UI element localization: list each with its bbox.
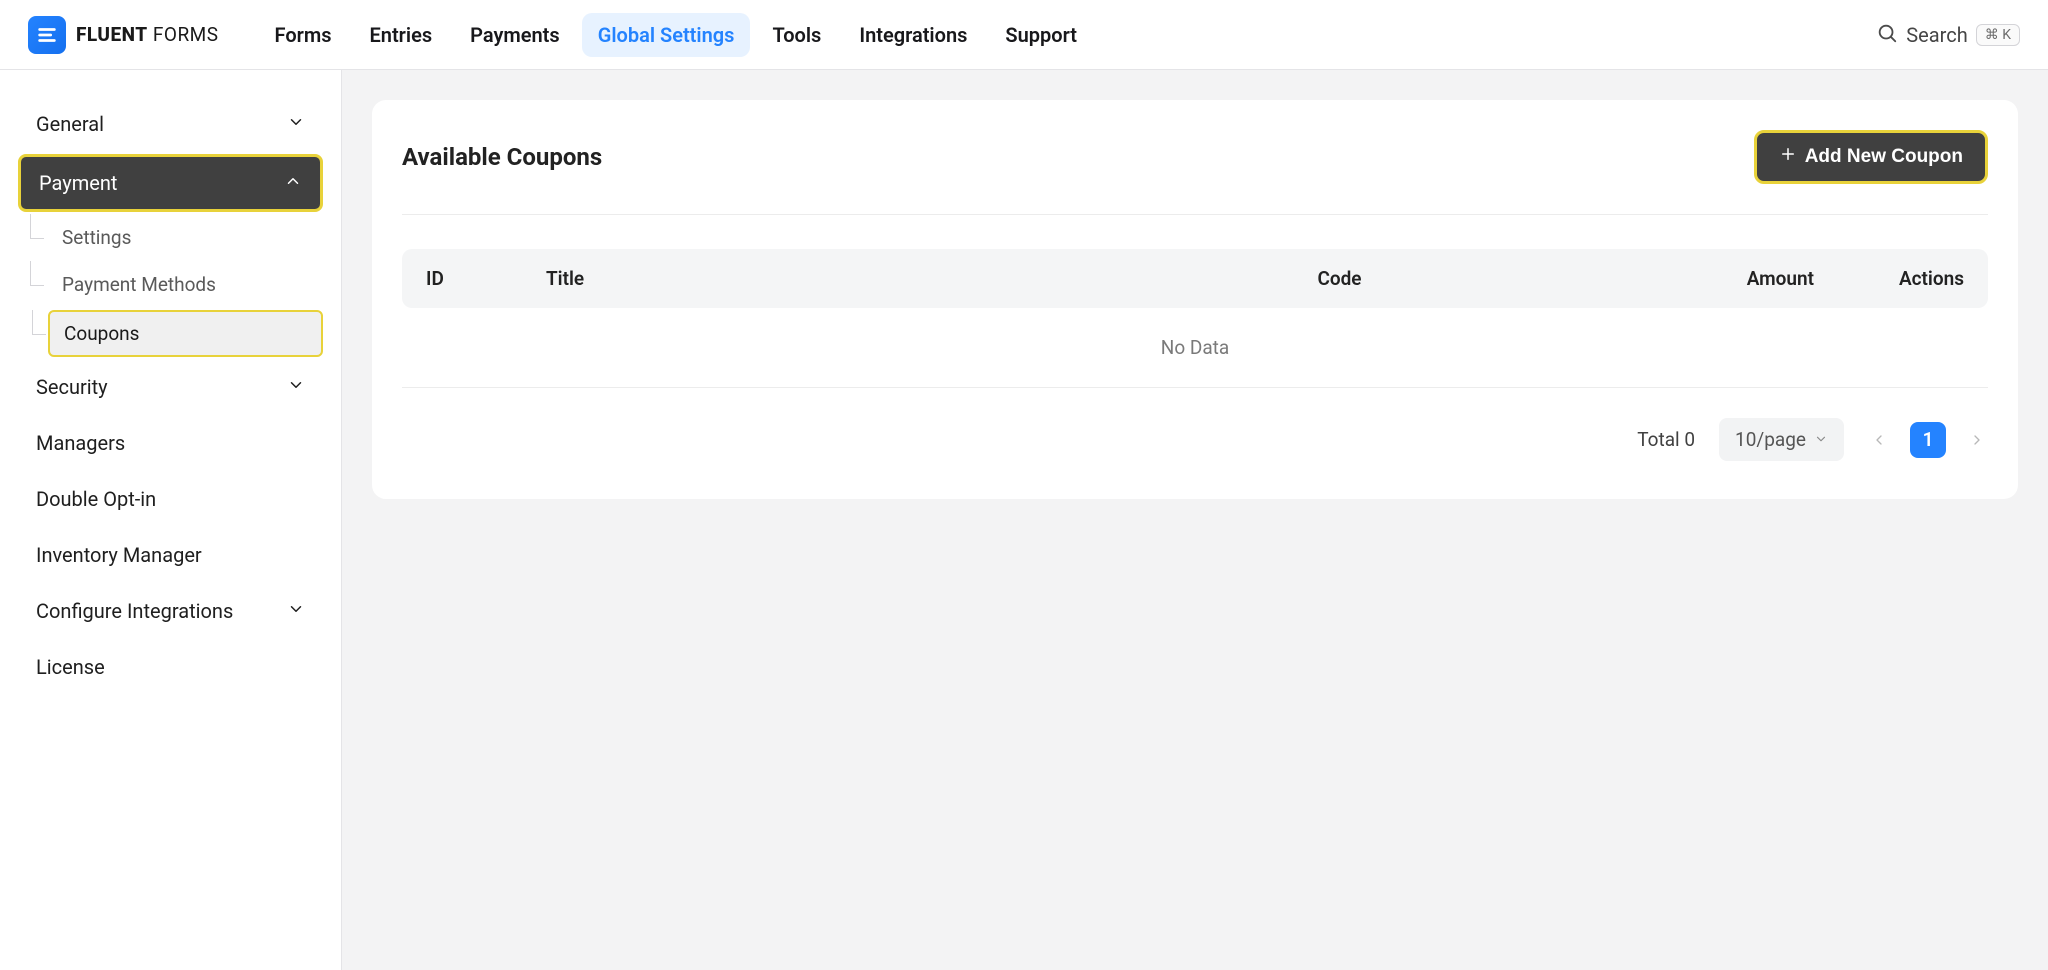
col-amount: Amount (1604, 267, 1824, 290)
sidebar-item-label: Payment (39, 171, 117, 195)
sidebar-item-label: Inventory Manager (36, 543, 202, 567)
search-icon[interactable] (1876, 22, 1898, 48)
chevron-down-icon (287, 375, 305, 399)
col-code: Code (1075, 267, 1604, 290)
search-shortcut: ⌘ K (1976, 24, 2020, 46)
next-page-button[interactable] (1966, 429, 1988, 451)
nav-forms[interactable]: Forms (259, 13, 348, 57)
sidebar-item-label: Payment Methods (62, 273, 216, 296)
sidebar-item-security[interactable]: Security (18, 361, 323, 413)
brand-logo[interactable]: FLUENT FORMS (28, 16, 219, 54)
sidebar-item-payment[interactable]: Payment (18, 154, 323, 212)
chevron-down-icon (287, 599, 305, 623)
page-size-label: 10/page (1735, 428, 1806, 451)
sidebar-item-inventory-manager[interactable]: Inventory Manager (18, 529, 323, 581)
sidebar-item-label: Configure Integrations (36, 599, 233, 623)
nav-support[interactable]: Support (989, 13, 1093, 57)
sidebar-item-label: Security (36, 375, 108, 399)
chevron-down-icon (287, 112, 305, 136)
button-label: Add New Coupon (1805, 146, 1963, 168)
search-label[interactable]: Search (1906, 23, 1967, 47)
sidebar-item-configure-integrations[interactable]: Configure Integrations (18, 585, 323, 637)
page-size-select[interactable]: 10/page (1719, 418, 1844, 461)
card-header: Available Coupons Add New Coupon (402, 130, 1988, 215)
brand-bold: FLUENT (76, 23, 148, 46)
topbar-right: Search ⌘ K (1876, 22, 2020, 48)
col-id: ID (426, 267, 546, 290)
pagination: Total 0 10/page 1 (402, 418, 1988, 461)
sidebar-item-label: General (36, 112, 104, 136)
sidebar-sub-settings[interactable]: Settings (48, 216, 323, 259)
nav-entries[interactable]: Entries (354, 13, 449, 57)
brand-text: FLUENT FORMS (76, 23, 219, 46)
sidebar-payment-sub: Settings Payment Methods Coupons (18, 216, 323, 357)
table-empty-state: No Data (402, 308, 1988, 388)
prev-page-button[interactable] (1868, 429, 1890, 451)
add-new-coupon-button[interactable]: Add New Coupon (1754, 130, 1988, 184)
col-title: Title (546, 267, 1075, 290)
page-number-1[interactable]: 1 (1910, 422, 1946, 458)
settings-sidebar: General Payment Settings Payment Methods (0, 70, 342, 970)
chevron-up-icon (284, 171, 302, 195)
brand-light: FORMS (148, 23, 219, 46)
nav-global-settings[interactable]: Global Settings (582, 13, 751, 57)
coupons-table: ID Title Code Amount Actions No Data (402, 249, 1988, 388)
sidebar-item-double-optin[interactable]: Double Opt-in (18, 473, 323, 525)
table-header: ID Title Code Amount Actions (402, 249, 1988, 308)
nav-payments[interactable]: Payments (454, 13, 576, 57)
sidebar-sub-payment-methods[interactable]: Payment Methods (48, 263, 323, 306)
top-navigation: FLUENT FORMS Forms Entries Payments Glob… (0, 0, 2048, 70)
main-content: Available Coupons Add New Coupon ID Titl… (342, 70, 2048, 970)
pagination-nav: 1 (1868, 422, 1988, 458)
primary-nav: Forms Entries Payments Global Settings T… (259, 13, 1093, 57)
sidebar-sub-coupons[interactable]: Coupons (48, 310, 323, 357)
sidebar-item-label: Coupons (64, 322, 139, 345)
nav-integrations[interactable]: Integrations (843, 13, 983, 57)
pagination-total: Total 0 (1637, 428, 1695, 451)
sidebar-item-label: Settings (62, 226, 131, 249)
brand-mark-icon (28, 16, 66, 54)
sidebar-item-label: Managers (36, 431, 125, 455)
sidebar-item-license[interactable]: License (18, 641, 323, 693)
chevron-down-icon (1814, 428, 1828, 451)
nav-tools[interactable]: Tools (756, 13, 837, 57)
sidebar-item-label: License (36, 655, 105, 679)
page-title: Available Coupons (402, 143, 602, 171)
coupons-card: Available Coupons Add New Coupon ID Titl… (372, 100, 2018, 499)
sidebar-item-managers[interactable]: Managers (18, 417, 323, 469)
plus-icon (1779, 145, 1797, 169)
sidebar-item-label: Double Opt-in (36, 487, 156, 511)
col-actions: Actions (1824, 267, 1964, 290)
sidebar-item-general[interactable]: General (18, 98, 323, 150)
